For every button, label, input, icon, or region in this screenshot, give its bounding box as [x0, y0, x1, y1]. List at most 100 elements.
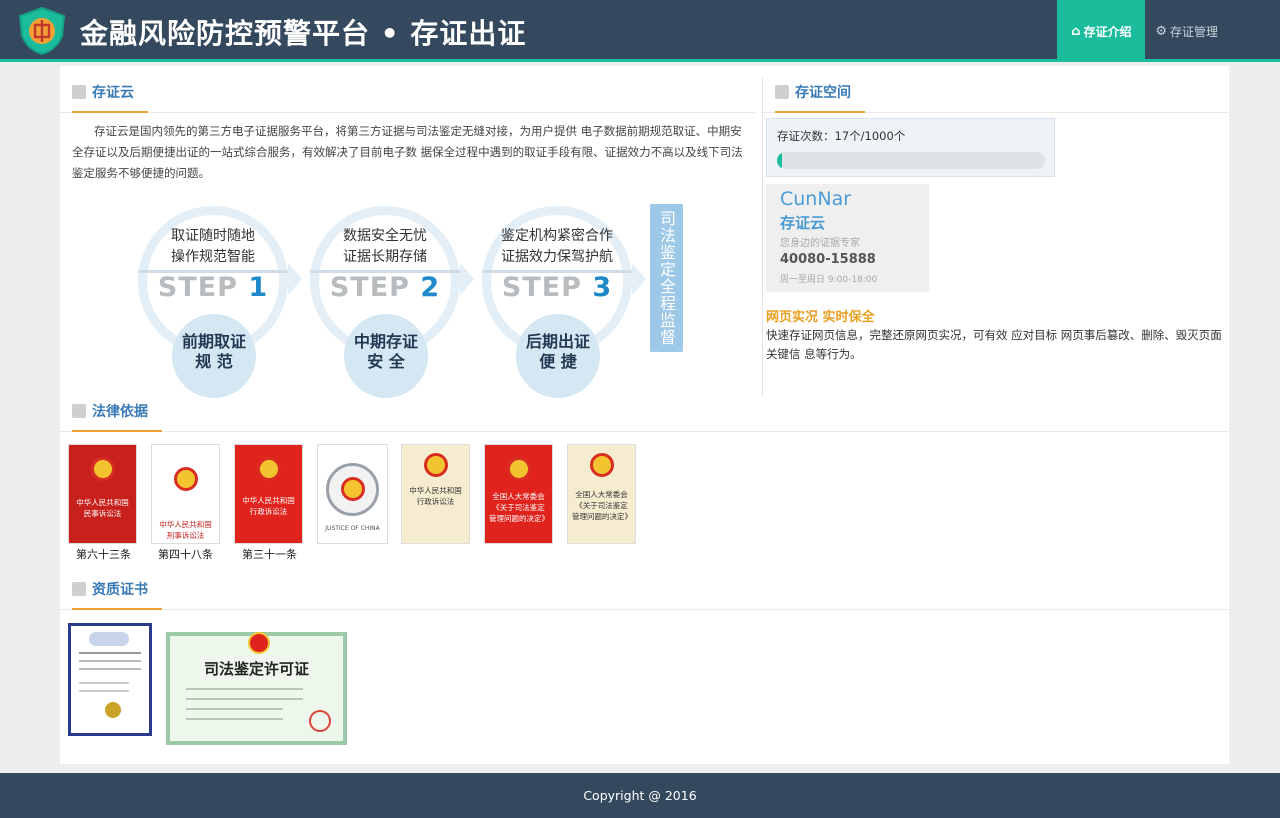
brand-phone: 40080-15888: [780, 252, 876, 267]
national-emblem-icon: [589, 453, 614, 477]
law-book-npc-decision[interactable]: 全国人大常委会《关于司法鉴定管理问题的决定》: [484, 444, 553, 544]
step-phase-line: 便 捷: [539, 352, 577, 371]
law-book-label: 第三十一条: [242, 548, 297, 561]
certificate-iso[interactable]: [68, 623, 152, 736]
step-1-phase: 前期取证 规 范: [172, 332, 256, 372]
section-square-icon: [775, 85, 789, 99]
cert-text-line: [79, 690, 129, 692]
step-arrow: [288, 263, 302, 295]
law-book-label: 第六十三条: [76, 548, 131, 561]
section-header-law: 法律依据: [60, 385, 1229, 432]
step-desc-line: 取证随时随地: [171, 228, 255, 244]
national-emblem-icon: [173, 467, 198, 491]
law-book-admin[interactable]: 中华人民共和国行政诉讼法: [234, 444, 303, 544]
cert-text-line: [79, 660, 141, 662]
web-capture-title: 网页实况 实时保全: [766, 310, 875, 325]
law-book-admin-2[interactable]: 中华人民共和国行政诉讼法: [401, 444, 470, 544]
step-word: STEP: [157, 272, 238, 303]
national-emblem-icon: [256, 457, 281, 481]
section-title-label: 法律依据: [92, 404, 148, 420]
brand-name: CunNar: [780, 188, 852, 210]
law-book-title: 中华人民共和国行政诉讼法: [242, 496, 295, 516]
section-square-icon: [72, 582, 86, 596]
storage-usage-box: 存证次数：17个/1000个: [766, 118, 1055, 177]
step-desc-line: 鉴定机构紧密合作: [501, 228, 613, 244]
section-title-label: 资质证书: [92, 582, 148, 598]
step-phase-line: 前期取证: [181, 332, 246, 351]
section-title: 存证云: [72, 82, 148, 113]
step-3-number: STEP 3: [482, 272, 632, 303]
step-digit: 3: [592, 272, 613, 303]
national-emblem-icon: [90, 457, 115, 481]
storage-count-text: 存证次数：17个/1000个: [777, 129, 906, 143]
step-3-desc: 鉴定机构紧密合作 证据效力保驾护航: [482, 226, 632, 268]
brand-tagline: 您身边的证据专家: [780, 238, 860, 249]
storage-progress-bar: [777, 152, 1045, 169]
step-arrow: [460, 263, 474, 295]
step-desc-line: 证据效力保驾护航: [501, 249, 613, 265]
law-book-title: 中华人民共和国民事诉讼法: [76, 498, 129, 518]
shield-logo-icon: [18, 6, 66, 56]
step-phase-line: 规 范: [195, 352, 233, 371]
red-stamp-icon: [309, 710, 331, 732]
brand-hours: 周一至周日 9:00-18:00: [780, 275, 878, 285]
cert-logo-icon: [89, 632, 129, 646]
gold-seal-icon: [105, 702, 121, 718]
storage-progress-fill: [777, 152, 782, 169]
national-emblem-icon: [423, 453, 448, 477]
step-phase-line: 中期存证: [353, 332, 418, 351]
step-digit: 2: [420, 272, 441, 303]
law-book-criminal[interactable]: 中华人民共和国刑事诉讼法: [151, 444, 220, 544]
step-word: STEP: [329, 272, 410, 303]
web-capture-desc: 快速存证网页信息，完整还原网页实况，可有效 应对目标 网页事后篡改、删除、毁灭页…: [766, 328, 1222, 361]
section-square-icon: [72, 404, 86, 418]
brand-subtitle: 存证云: [780, 214, 826, 232]
national-emblem-icon: [340, 477, 365, 501]
step-arrow: [632, 263, 646, 295]
section-header-space: 存证空间: [763, 66, 1229, 113]
certificate-judicial-license[interactable]: 司法鉴定许可证: [166, 632, 347, 745]
law-book-title: 全国人大常委会《关于司法鉴定管理问题的决定》: [489, 492, 549, 523]
section-title: 法律依据: [72, 401, 162, 432]
gear-icon: ⚙: [1155, 23, 1167, 39]
cert-text-line: [79, 668, 141, 670]
national-emblem-icon: [506, 457, 531, 481]
cert-text-line: [186, 688, 303, 690]
step-1-number: STEP 1: [138, 272, 288, 303]
step-2-number: STEP 2: [310, 272, 460, 303]
home-icon: ⌂: [1071, 23, 1081, 39]
law-book-title: 中华人民共和国行政诉讼法: [409, 486, 462, 506]
section-square-icon: [72, 85, 86, 99]
section-header-cert: 资质证书: [60, 563, 1229, 610]
app-title: 金融风险防控预警平台 • 存证出证: [80, 17, 527, 50]
step-desc-line: 数据安全无忧: [343, 228, 427, 244]
cert-text-line: [79, 682, 129, 684]
law-book-title: 中华人民共和国刑事诉讼法: [159, 520, 212, 540]
judicial-supervision-label: 司法鉴定全程监督: [650, 204, 683, 352]
step-2-phase: 中期存证 安 全: [344, 332, 428, 372]
cert-text-line: [79, 652, 141, 654]
section-header-cunzhengyun: 存证云: [60, 66, 755, 113]
step-2-desc: 数据安全无忧 证据长期存储: [310, 226, 460, 268]
step-1-desc: 取证随时随地 操作规范智能: [138, 226, 288, 268]
law-book-justice-seal[interactable]: JUSTICE OF CHINA: [317, 444, 388, 544]
step-phase-line: 后期出证: [525, 332, 590, 351]
nav-item-manage[interactable]: ⚙ 存证管理: [1145, 0, 1228, 62]
nav-item-label: 存证管理: [1169, 24, 1218, 39]
section-title-label: 存证云: [92, 85, 134, 101]
law-book-title: JUSTICE OF CHINA: [325, 525, 380, 532]
cert-text-line: [186, 718, 283, 720]
nav-item-intro[interactable]: ⌂ 存证介绍: [1057, 0, 1146, 62]
step-desc-line: 证据长期存储: [343, 249, 427, 265]
section-title: 资质证书: [72, 579, 162, 610]
cert-text-line: [186, 698, 303, 700]
law-book-npc-decision-2[interactable]: 全国人大常委会《关于司法鉴定管理问题的决定》: [567, 444, 636, 544]
national-emblem-icon: [248, 632, 270, 654]
step-desc-line: 操作规范智能: [171, 249, 255, 265]
law-book-title: 全国人大常委会《关于司法鉴定管理问题的决定》: [572, 490, 632, 521]
section-title: 存证空间: [775, 82, 865, 113]
column-divider: [762, 78, 763, 396]
law-book-label: 第四十八条: [158, 548, 213, 561]
step-word: STEP: [501, 272, 582, 303]
law-book-civil[interactable]: 中华人民共和国民事诉讼法: [68, 444, 137, 544]
